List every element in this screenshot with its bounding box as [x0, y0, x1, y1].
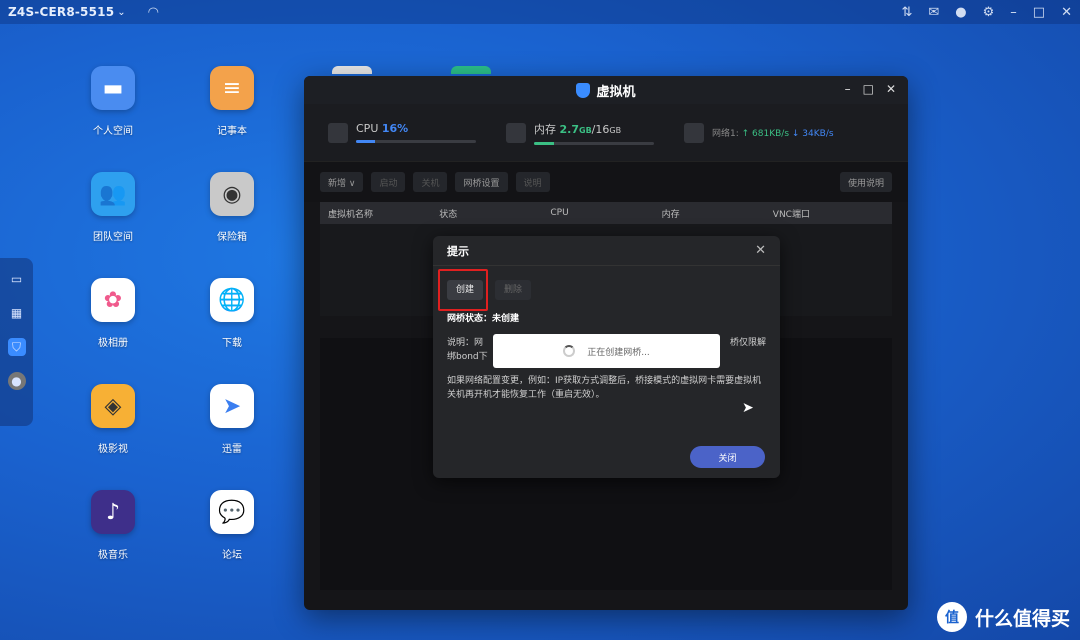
- chevron-down-icon[interactable]: ⌄: [117, 7, 125, 18]
- create-bridge-button[interactable]: 创建: [437, 269, 489, 311]
- close-icon[interactable]: ✕: [1061, 5, 1072, 20]
- notepad-icon: ≡: [210, 66, 254, 110]
- folder-icon: ▬: [91, 66, 135, 110]
- network-up: ↑ 681KB/s: [741, 129, 790, 139]
- cpu-bar: [356, 140, 476, 143]
- close-button[interactable]: 关闭: [690, 446, 765, 468]
- app-notepad[interactable]: ≡ 记事本: [187, 66, 277, 137]
- dialog-title: 提示: [447, 244, 469, 258]
- delete-bridge-button[interactable]: 删除: [495, 280, 532, 300]
- app-safe[interactable]: ◉ 保险箱: [187, 172, 277, 243]
- wifi-icon: ◠: [147, 4, 159, 20]
- safe-icon: ◉: [210, 172, 254, 216]
- top-bar: Z4S-CER8-5515 ⌄ ◠ ⇅ ✉ ● ⚙ – □ ✕: [0, 0, 1080, 24]
- transfer-icon[interactable]: ⇅: [901, 5, 912, 20]
- maximize-icon[interactable]: □: [1033, 5, 1045, 20]
- app-download[interactable]: 🌐 下载: [187, 278, 277, 349]
- partial-app-icon[interactable]: [332, 66, 372, 74]
- cpu-chip-icon: [328, 122, 348, 143]
- network-stat: 网络1: ↑ 681KB/s ↓ 34KB/s: [684, 122, 834, 143]
- user-icon[interactable]: ●: [955, 5, 966, 20]
- gear-icon[interactable]: ⚙: [983, 5, 995, 20]
- network-label: 网络1:: [712, 129, 739, 139]
- memory-bar: [534, 141, 654, 145]
- col-cpu[interactable]: CPU: [550, 208, 661, 218]
- memory-total-unit: GB: [609, 125, 622, 135]
- vm-minimize-icon[interactable]: –: [845, 82, 851, 96]
- app-forum[interactable]: 💬 论坛: [187, 490, 277, 561]
- mouse-cursor-icon: ➤: [742, 400, 754, 416]
- safe-dock-icon[interactable]: ●: [7, 372, 26, 390]
- loading-toast: 正在创建网桥...: [493, 334, 720, 368]
- video-icon: ◈: [91, 384, 135, 428]
- partial-app-icon[interactable]: [451, 66, 491, 74]
- vm-toolbar: 新增 ∨ 启动 关机 网桥设置 说明 使用说明: [304, 162, 908, 202]
- help-button[interactable]: 使用说明: [839, 172, 892, 192]
- vm-window-title: 虚拟机: [596, 84, 636, 100]
- watermark-text: 什么值得买: [974, 607, 1070, 630]
- photos-icon: ✿: [91, 278, 135, 322]
- memory-chip-icon: [506, 122, 526, 143]
- bridge-status: 网桥状态：未创建: [447, 314, 520, 324]
- vm-titlebar[interactable]: 虚拟机 – □ ✕: [304, 76, 908, 104]
- spinner-icon: [563, 345, 576, 357]
- bridge-settings-button[interactable]: 网桥设置: [455, 172, 508, 192]
- memory-used-unit: GB: [579, 125, 592, 135]
- app-thunder[interactable]: ➤ 迅雷: [187, 384, 277, 455]
- memory-stat: 内存 2.7GB/16GB: [506, 121, 654, 145]
- network-down: ↓ 34KB/s: [791, 129, 834, 139]
- vm-maximize-icon[interactable]: □: [863, 82, 874, 96]
- memory-used: 2.7: [559, 122, 580, 136]
- memory-label: 内存: [534, 122, 556, 136]
- vm-shield-icon[interactable]: ⛉: [7, 338, 26, 356]
- new-vm-button[interactable]: 新增 ∨: [320, 172, 364, 192]
- app-video[interactable]: ◈ 极影视: [68, 384, 158, 455]
- close-icon[interactable]: ✕: [755, 243, 766, 258]
- app-personal-space[interactable]: ▬ 个人空间: [68, 66, 158, 137]
- note-line1-start: 说明：网: [447, 338, 484, 348]
- vm-shield-icon: [576, 82, 591, 98]
- device-name[interactable]: Z4S-CER8-5515: [8, 5, 114, 19]
- col-status[interactable]: 状态: [439, 207, 550, 220]
- resource-stats: CPU 16% 内存 2.7GB/16GB 网络1: ↑ 681KB/s ↓ 3…: [304, 104, 908, 162]
- config-change-note: 如果网络配置变更，例如：IP获取方式调整后，桥接模式的虚拟网卡需要虚拟机关机再开…: [447, 376, 762, 400]
- team-folder-icon: 👥: [91, 172, 135, 216]
- minimize-icon[interactable]: –: [1010, 5, 1017, 20]
- mail-icon[interactable]: ✉: [928, 5, 939, 20]
- apps-grid-icon[interactable]: ▦: [8, 304, 26, 322]
- toast-text: 正在创建网桥...: [587, 347, 650, 358]
- col-memory[interactable]: 内存: [662, 207, 773, 220]
- forum-icon: 💬: [210, 490, 254, 534]
- col-vnc-port[interactable]: VNC端口: [773, 207, 884, 220]
- app-photos[interactable]: ✿ 极相册: [68, 278, 158, 349]
- cpu-label: CPU: [356, 122, 379, 135]
- cpu-value: 16%: [381, 122, 409, 135]
- network-chip-icon: [684, 122, 704, 143]
- thunder-icon: ➤: [210, 384, 254, 428]
- download-icon: 🌐: [210, 278, 254, 322]
- storage-icon[interactable]: ▭: [8, 270, 26, 288]
- note-line1-end: 桥仅限解: [729, 338, 766, 348]
- start-button[interactable]: 启动: [371, 172, 406, 192]
- watermark-logo-icon: 值: [936, 602, 967, 632]
- shutdown-button[interactable]: 关机: [413, 172, 448, 192]
- music-icon: ♪: [91, 490, 135, 534]
- app-music[interactable]: ♪ 极音乐: [68, 490, 158, 561]
- note-button[interactable]: 说明: [515, 172, 550, 192]
- app-team-space[interactable]: 👥 团队空间: [68, 172, 158, 243]
- left-dock: ▭ ▦ ⛉ ●: [0, 258, 33, 426]
- cpu-stat: CPU 16%: [328, 122, 476, 143]
- col-vm-name[interactable]: 虚拟机名称: [328, 207, 439, 220]
- vm-close-icon[interactable]: ✕: [886, 82, 896, 96]
- watermark: 值 什么值得买: [936, 602, 1070, 632]
- vm-table-header: 虚拟机名称 状态 CPU 内存 VNC端口: [320, 202, 892, 224]
- memory-total: 16: [595, 122, 610, 136]
